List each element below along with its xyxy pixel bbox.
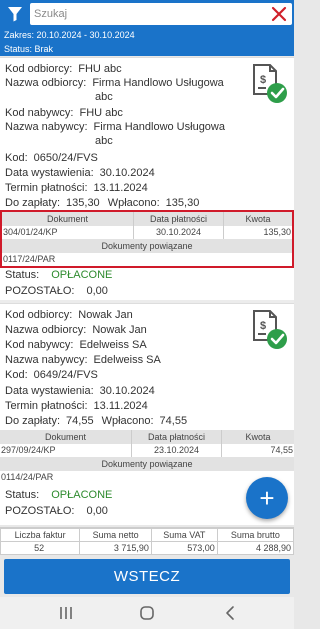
- payment-amount: 74,55: [270, 445, 293, 455]
- payment-status: Status: OPŁACONE: [5, 489, 113, 501]
- table-row[interactable]: 304/01/24/KP 30.10.2024 135,30: [2, 226, 292, 239]
- remaining-amount: POZOSTAŁO: 0,00: [5, 285, 108, 297]
- payment-document: 304/01/24/KP: [2, 226, 134, 239]
- related-document[interactable]: 0117/24/PAR: [2, 253, 292, 266]
- related-documents-header: Dokumenty powiązane: [2, 239, 292, 253]
- issue-date: Data wystawienia: 30.10.2024: [5, 167, 155, 179]
- recipient-name: Nazwa odbiorcy: Nowak Jan: [5, 324, 147, 336]
- table-row[interactable]: 297/09/24/KP 23.10.2024 74,55: [0, 444, 294, 457]
- issue-date: Data wystawienia: 30.10.2024: [5, 385, 155, 397]
- recipient-code: Kod odbiorcy: FHU abc: [5, 63, 122, 75]
- recipient-name-cont: abc: [95, 91, 113, 103]
- payment-date: 30.10.2024: [134, 226, 224, 239]
- invoice-paid-icon: $: [253, 64, 287, 103]
- summary-header: Suma netto: [79, 528, 152, 542]
- buyer-name-cont: abc: [95, 135, 113, 147]
- summary-header: Suma VAT: [150, 528, 218, 542]
- date-range-text: Zakres: 20.10.2024 - 30.10.2024: [4, 30, 135, 40]
- payment-date: 23.10.2024: [132, 444, 222, 457]
- payment-amount: 135,30: [263, 227, 291, 237]
- invoice-paid-icon: $: [253, 310, 287, 349]
- recipient-code: Kod odbiorcy: Nowak Jan: [5, 309, 133, 321]
- col-amount: Kwota: [245, 214, 271, 224]
- svg-text:$: $: [260, 74, 266, 86]
- gross-total: 4 288,90: [216, 541, 295, 555]
- related-documents-header: Dokumenty powiązane: [0, 457, 294, 471]
- summary-header: Suma brutto: [216, 528, 295, 542]
- payment-documents-table[interactable]: Dokument Data płatności Kwota 297/09/24/…: [0, 430, 294, 484]
- plus-icon: +: [259, 483, 275, 513]
- add-button[interactable]: +: [246, 477, 288, 519]
- amounts: Do zapłaty: 74,55 Wpłacono: 74,55: [5, 415, 188, 427]
- related-document[interactable]: 0114/24/PAR: [0, 471, 294, 484]
- buyer-name: Nazwa nabywcy: Edelweiss SA: [5, 354, 161, 366]
- top-bar: [0, 0, 294, 28]
- svg-text:$: $: [260, 320, 266, 332]
- remaining-amount: POZOSTAŁO: 0,00: [5, 505, 108, 517]
- recent-apps-icon[interactable]: [56, 604, 76, 622]
- col-payment-date: Data płatności: [132, 430, 222, 444]
- payment-table-header: Dokument Data płatności Kwota: [2, 212, 292, 226]
- payment-due-date: Termin płatności: 13.11.2024: [5, 400, 148, 412]
- col-document: Dokument: [2, 212, 134, 226]
- back-icon[interactable]: [220, 604, 240, 622]
- buyer-code: Kod nabywcy: Edelweiss SA: [5, 339, 147, 351]
- buyer-name: Nazwa nabywcy: Firma Handlowo Usługowa: [5, 121, 225, 133]
- amounts: Do zapłaty: 135,30 Wpłacono: 135,30: [5, 197, 200, 209]
- invoice-code: Kod: 0649/24/FVS: [5, 369, 98, 381]
- invoice-code: Kod: 0650/24/FVS: [5, 152, 98, 164]
- payment-documents-table[interactable]: Dokument Data płatności Kwota 304/01/24/…: [0, 210, 294, 268]
- system-nav-bar: [0, 597, 294, 629]
- invoice-list[interactable]: $ Kod odbiorcy: FHU abc Nazwa odbiorcy: Fi…: [0, 57, 294, 525]
- back-button[interactable]: WSTECZ: [4, 559, 290, 594]
- status-badge: OPŁACONE: [51, 489, 113, 501]
- summary-table: Liczba faktur Suma netto Suma VAT Suma b…: [0, 527, 295, 555]
- invoice-count: 52: [0, 541, 81, 555]
- home-icon[interactable]: [137, 604, 157, 622]
- filter-button[interactable]: [4, 4, 26, 24]
- search-input[interactable]: [34, 5, 266, 23]
- status-badge: OPŁACONE: [51, 269, 113, 281]
- vat-total: 573,00: [150, 541, 218, 555]
- buyer-code: Kod nabywcy: FHU abc: [5, 107, 123, 119]
- col-document: Dokument: [0, 430, 132, 444]
- recipient-name: Nazwa odbiorcy: Firma Handlowo Usługowa: [5, 77, 224, 89]
- payment-table-header: Dokument Data płatności Kwota: [0, 430, 294, 444]
- net-total: 3 715,90: [79, 541, 152, 555]
- search-box: [30, 3, 292, 25]
- summary-values-row: 52 3 715,90 573,00 4 288,90: [0, 541, 295, 555]
- col-payment-date: Data płatności: [134, 212, 224, 226]
- filter-icon: [8, 7, 22, 22]
- summary-header-row: Liczba faktur Suma netto Suma VAT Suma b…: [0, 528, 295, 542]
- invoice-card[interactable]: $ Kod odbiorcy: FHU abc Nazwa odbiorcy: Fi…: [0, 57, 294, 300]
- col-amount: Kwota: [245, 432, 271, 442]
- filter-summary: Zakres: 20.10.2024 - 30.10.2024 Status: …: [0, 28, 294, 56]
- payment-document: 297/09/24/KP: [0, 444, 132, 457]
- payment-status: Status: OPŁACONE: [5, 269, 113, 281]
- summary-header: Liczba faktur: [0, 528, 81, 542]
- close-icon[interactable]: [270, 5, 288, 23]
- payment-due-date: Termin płatności: 13.11.2024: [5, 182, 148, 194]
- status-filter-text: Status: Brak: [4, 44, 54, 54]
